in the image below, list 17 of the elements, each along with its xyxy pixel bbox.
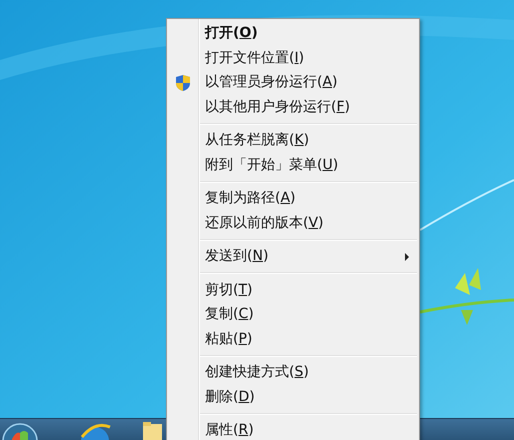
menu-item[interactable]: 粘贴(P)	[205, 330, 252, 348]
menu-item[interactable]: 打开(O)	[205, 24, 258, 42]
menu-item[interactable]: 发送到(N)	[205, 247, 268, 266]
menu-item[interactable]: 以管理员身份运行(A)	[205, 73, 338, 92]
menu-item[interactable]: 打开文件位置(I)	[205, 48, 304, 67]
plant-drawing	[454, 268, 482, 326]
menu-item[interactable]: 剪切(T)	[205, 280, 252, 299]
menu-item[interactable]: 从任务栏脱离(K)	[205, 131, 310, 150]
menu-item[interactable]: 创建快捷方式(S)	[205, 363, 309, 382]
menu-item[interactable]: 还原以前的版本(V)	[205, 214, 324, 232]
menu-item[interactable]: 附到「开始」菜单(U)	[205, 156, 338, 174]
menu-item[interactable]: 复制(C)	[205, 305, 254, 324]
menu-item[interactable]: 以其他用户身份运行(F)	[205, 98, 350, 116]
folder-icon[interactable]	[142, 419, 162, 440]
menu-item[interactable]: 复制为路径(A)	[205, 189, 296, 208]
menu-item[interactable]: 删除(D)	[205, 388, 255, 406]
menu-item[interactable]: 属性(R)	[205, 421, 254, 440]
